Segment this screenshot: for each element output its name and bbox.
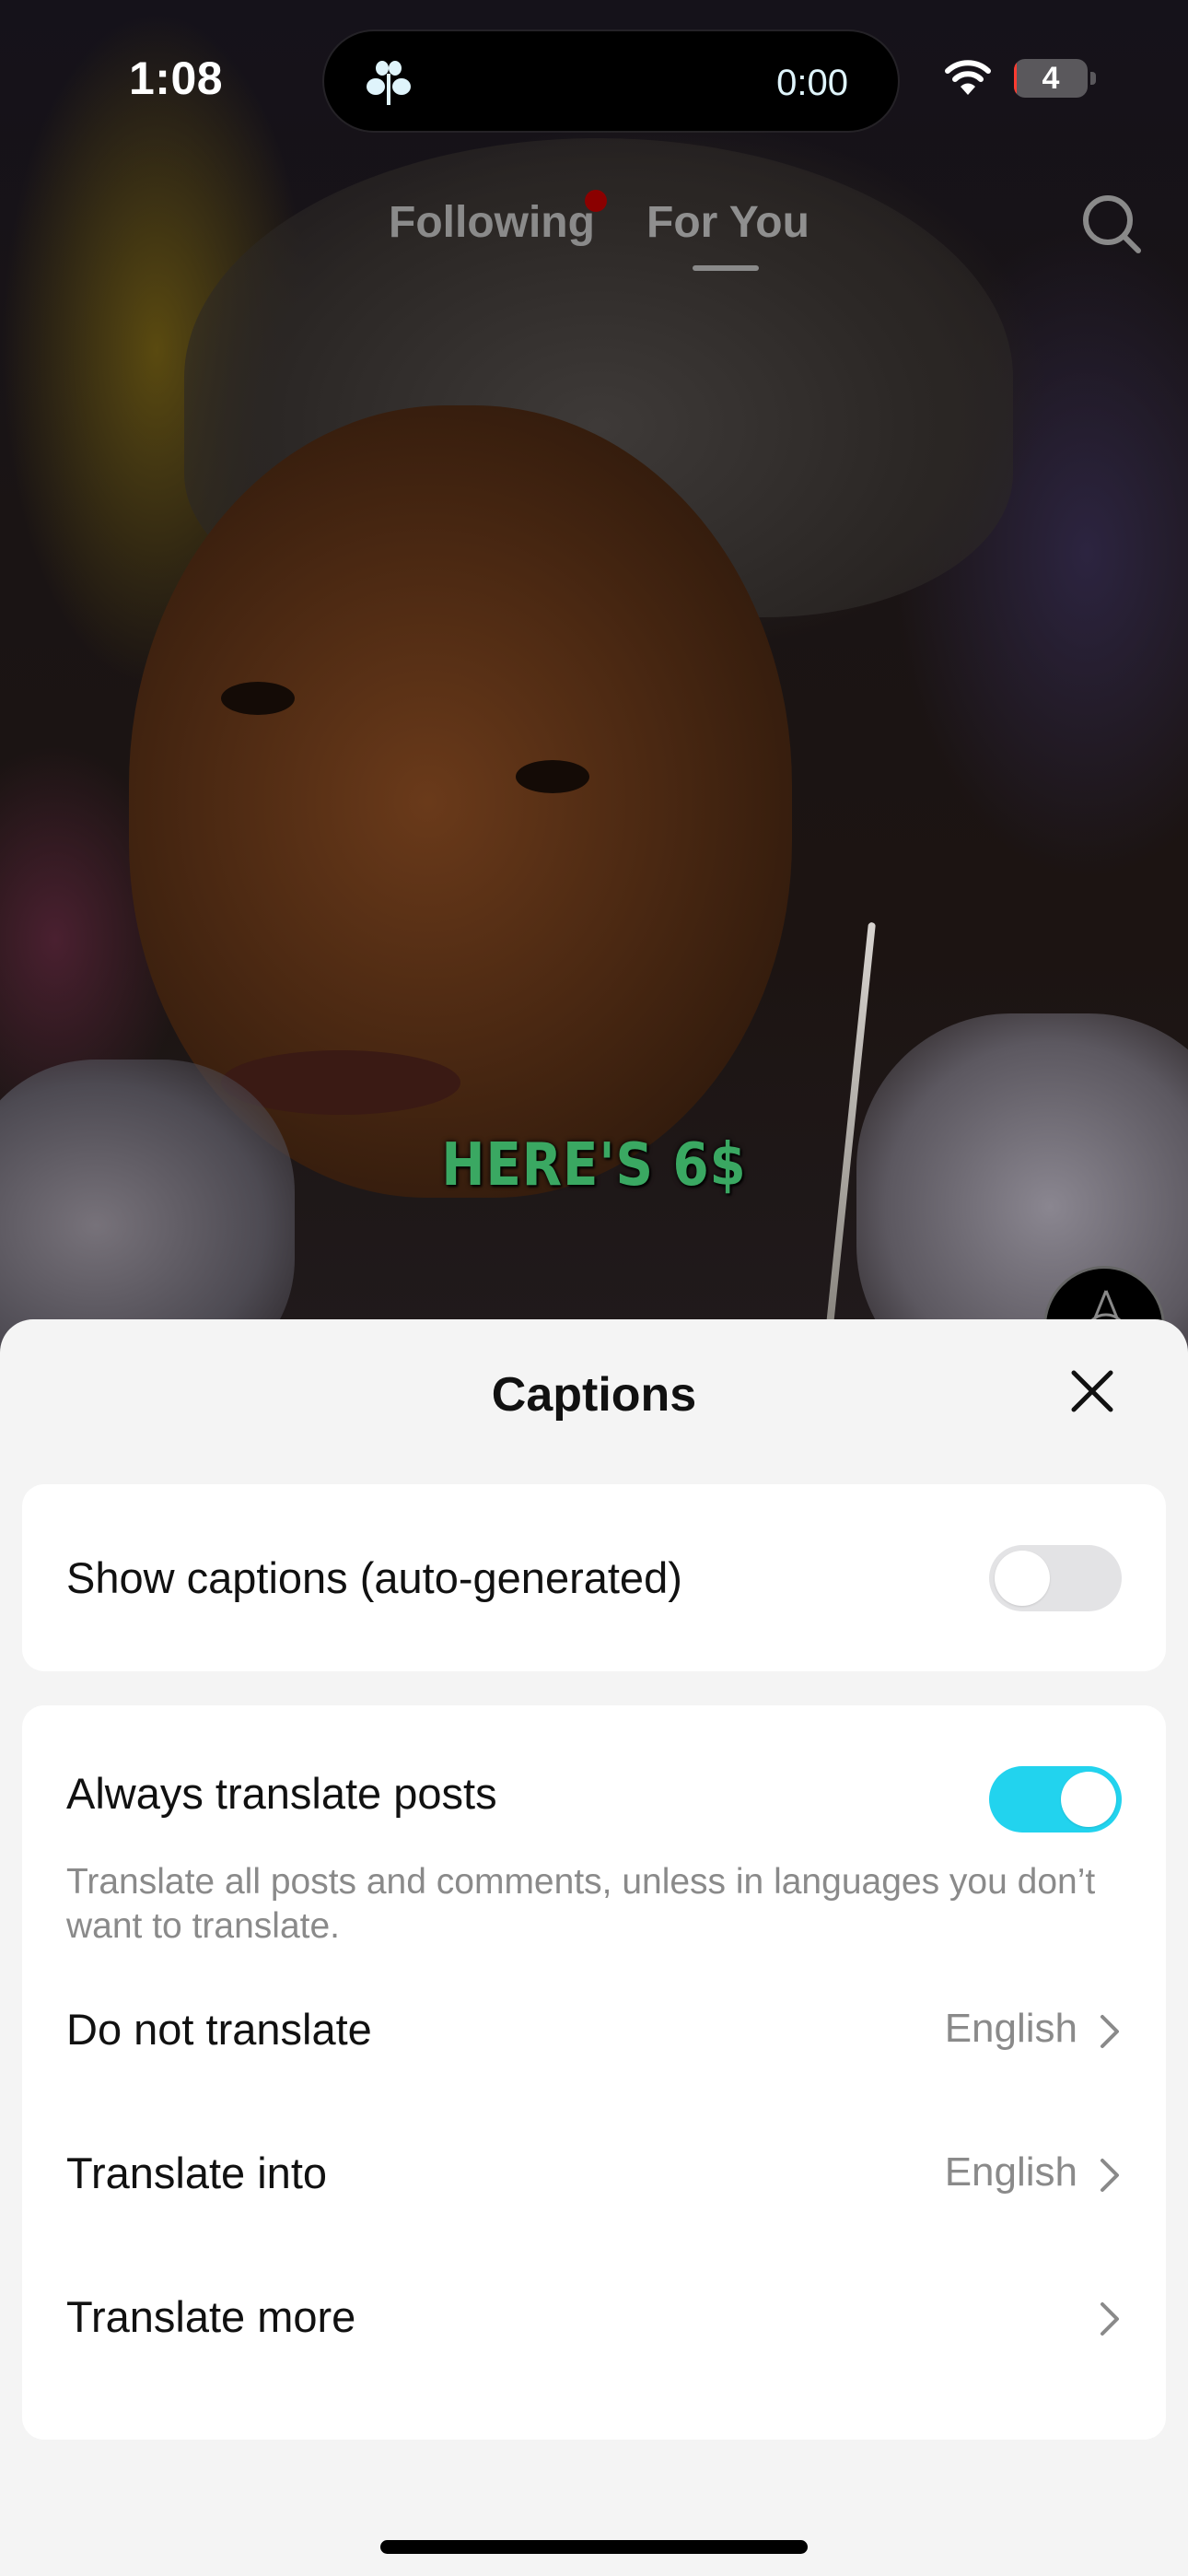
- translate-into-row[interactable]: Translate into English: [22, 2102, 1166, 2245]
- video-frame-eye: [221, 682, 295, 715]
- status-time: 1:08: [129, 53, 224, 104]
- plant-sprout-icon: [367, 61, 411, 105]
- toggle-knob: [995, 1551, 1050, 1606]
- chevron-right-icon: [1101, 2015, 1119, 2048]
- always-translate-toggle[interactable]: [989, 1766, 1122, 1832]
- battery-indicator: 4: [1014, 59, 1088, 98]
- sheet-title: Captions: [491, 1368, 697, 1422]
- search-icon[interactable]: [1076, 188, 1146, 258]
- dynamic-island[interactable]: 0:00: [324, 31, 898, 131]
- tab-following[interactable]: Following: [389, 197, 595, 248]
- row-value: English: [944, 2149, 1077, 2195]
- show-captions-card: Show captions (auto-generated): [22, 1484, 1166, 1671]
- row-value: English: [944, 2006, 1077, 2051]
- do-not-translate-row[interactable]: Do not translate English: [22, 1958, 1166, 2102]
- active-tab-indicator: [693, 265, 759, 271]
- always-translate-description: Translate all posts and comments, unless…: [66, 1862, 1096, 1946]
- video-frame-eye: [516, 760, 589, 793]
- chevron-right-icon: [1101, 2302, 1119, 2336]
- row-label: Do not translate: [66, 2005, 372, 2054]
- wifi-icon: [945, 60, 991, 95]
- battery-percentage: 4: [1042, 61, 1060, 96]
- translation-settings-card: Always translate posts Translate all pos…: [22, 1705, 1166, 2440]
- toggle-knob: [1061, 1772, 1116, 1827]
- chevron-right-icon: [1101, 2159, 1119, 2192]
- show-captions-label: Show captions (auto-generated): [66, 1553, 682, 1602]
- row-label: Translate more: [66, 2292, 356, 2341]
- show-captions-toggle[interactable]: [989, 1545, 1122, 1611]
- notification-dot: [585, 190, 607, 212]
- tab-for-you[interactable]: For You: [646, 197, 809, 248]
- live-activity-timer: 0:00: [776, 63, 848, 103]
- close-icon: [1071, 1370, 1113, 1412]
- always-translate-label: Always translate posts: [66, 1769, 497, 1818]
- video-caption-overlay: HERE'S 6$: [441, 1131, 747, 1200]
- battery-cap: [1090, 72, 1096, 85]
- close-button[interactable]: [1059, 1358, 1125, 1424]
- home-indicator[interactable]: [380, 2540, 808, 2554]
- translate-more-row[interactable]: Translate more: [22, 2245, 1166, 2389]
- video-frame-shirt: [0, 1060, 295, 1354]
- captions-sheet: Captions Show captions (auto-generated) …: [0, 1319, 1188, 2576]
- row-label: Translate into: [66, 2149, 328, 2197]
